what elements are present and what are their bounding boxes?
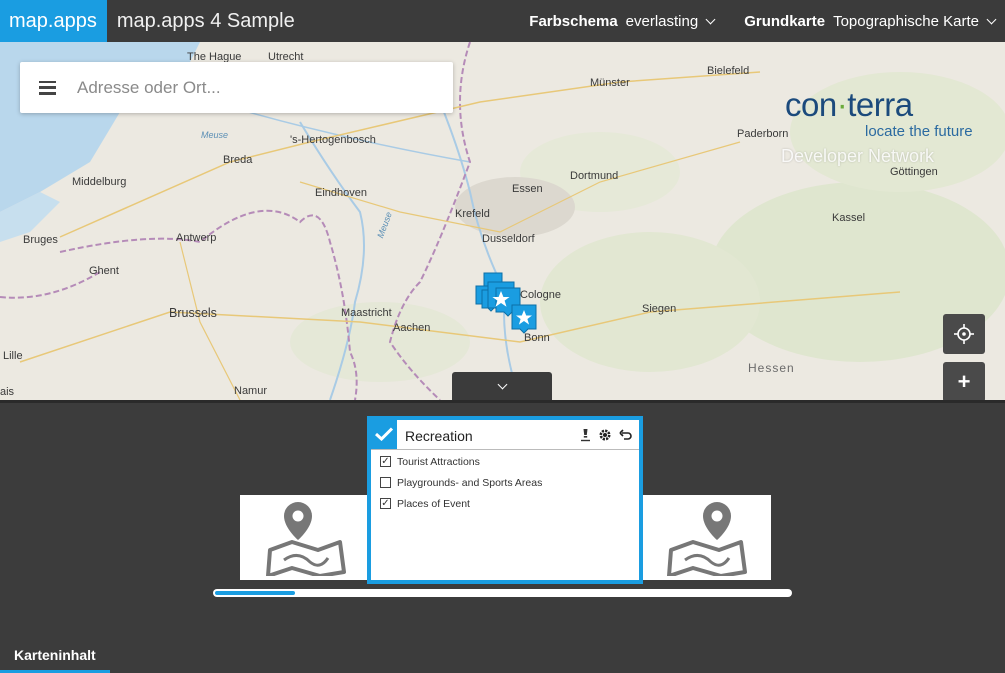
city-label: 's-Hertogenbosch: [290, 134, 376, 146]
card-tools: [580, 428, 632, 442]
city-label: ais: [0, 386, 15, 398]
card-title: Recreation: [405, 428, 473, 444]
map-view[interactable]: The Hague Utrecht 's-Hertogenbosch Breda…: [0, 42, 1005, 400]
city-label: Lille: [3, 350, 23, 362]
conterra-logo: con·terra locate the future Developer Ne…: [781, 86, 973, 167]
logo-network: Developer Network: [781, 146, 935, 166]
colorscheme-dropdown[interactable]: Farbschema everlasting: [529, 12, 716, 30]
card-visibility-toggle[interactable]: [371, 419, 397, 449]
city-label: Ghent: [89, 265, 119, 277]
crosshair-icon: [954, 324, 974, 344]
app-title: map.apps 4 Sample: [116, 9, 295, 32]
map-pin-icon: [266, 501, 346, 576]
city-label: Siegen: [642, 303, 677, 315]
logo-tagline: locate the future: [865, 123, 973, 140]
basemap-value: Topographische Karte: [833, 12, 979, 30]
city-label: Paderborn: [737, 128, 789, 140]
menu-icon[interactable]: [39, 80, 56, 95]
carousel-scrollbar[interactable]: [213, 589, 792, 597]
region-label: Hessen: [748, 361, 795, 375]
brand-logo[interactable]: map.apps: [0, 0, 107, 42]
card-header: Recreation: [371, 419, 639, 450]
city-label: Bielefeld: [707, 65, 750, 77]
city-label: Dusseldorf: [482, 233, 535, 245]
layer-list: ✓ Tourist Attractions Playgrounds- and S…: [371, 450, 639, 514]
chevron-down-icon: [497, 379, 507, 389]
scrollbar-thumb[interactable]: [215, 591, 295, 595]
layer-label: Places of Event: [397, 497, 470, 510]
city-label: Maastricht: [341, 307, 392, 319]
map-thumbnail[interactable]: [240, 495, 370, 580]
chevron-down-icon: [986, 14, 997, 24]
poi-marker-cluster[interactable]: [474, 270, 544, 345]
layer-checkbox[interactable]: ✓: [380, 456, 391, 467]
layer-label: Playgrounds- and Sports Areas: [397, 476, 543, 489]
zoom-in-button[interactable]: +: [943, 362, 985, 400]
search-box: [20, 62, 453, 113]
panel-toggle-button[interactable]: [452, 372, 552, 400]
bottom-panel: Recreation ✓ Tourist Attractions Playgro…: [0, 400, 1005, 673]
top-toolbar: Farbschema everlasting Grundkarte Topogr…: [529, 13, 1005, 30]
basemap-dropdown[interactable]: Grundkarte Topographische Karte: [744, 12, 997, 30]
top-bar: map.apps map.apps 4 Sample Farbschema ev…: [0, 0, 1005, 42]
city-label: Middelburg: [72, 176, 127, 188]
city-label: Göttingen: [890, 166, 938, 178]
water-label: Meuse: [201, 130, 229, 140]
city-label: Aachen: [393, 322, 431, 334]
layer-checkbox[interactable]: [380, 477, 391, 488]
basemap-label: Grundkarte: [744, 12, 826, 30]
map-pin-icon: [667, 501, 747, 576]
colorscheme-label: Farbschema: [529, 12, 618, 30]
city-label: Namur: [234, 385, 268, 397]
search-input[interactable]: [77, 77, 417, 98]
chevron-down-icon: [705, 14, 716, 24]
layer-item[interactable]: ✓ Places of Event: [380, 493, 639, 514]
undo-icon[interactable]: [619, 428, 632, 441]
city-label: Antwerp: [176, 232, 217, 244]
gear-icon[interactable]: [598, 428, 612, 442]
city-label: Breda: [223, 154, 253, 166]
recreation-card[interactable]: Recreation ✓ Tourist Attractions Playgro…: [367, 416, 643, 584]
map-thumbnail[interactable]: [641, 495, 771, 580]
layer-item[interactable]: ✓ Tourist Attractions: [380, 451, 639, 472]
layer-label: Tourist Attractions: [397, 455, 480, 468]
check-icon: [375, 427, 393, 441]
legend-icon[interactable]: [580, 428, 591, 442]
city-label: Krefeld: [455, 208, 490, 220]
city-label: Eindhoven: [315, 187, 367, 199]
locate-button[interactable]: [943, 314, 985, 354]
layer-checkbox[interactable]: ✓: [380, 498, 391, 509]
city-label: Dortmund: [570, 170, 619, 182]
city-label: Brussels: [169, 306, 217, 320]
layer-item[interactable]: Playgrounds- and Sports Areas: [380, 472, 639, 493]
city-label: Bruges: [23, 234, 58, 246]
city-label: Münster: [590, 77, 630, 89]
city-label: Kassel: [832, 212, 866, 224]
logo-wordmark: con·terra: [785, 86, 913, 123]
tab-karteninhalt[interactable]: Karteninhalt: [0, 640, 110, 673]
city-label: Essen: [512, 183, 543, 195]
colorscheme-value: everlasting: [625, 12, 699, 30]
